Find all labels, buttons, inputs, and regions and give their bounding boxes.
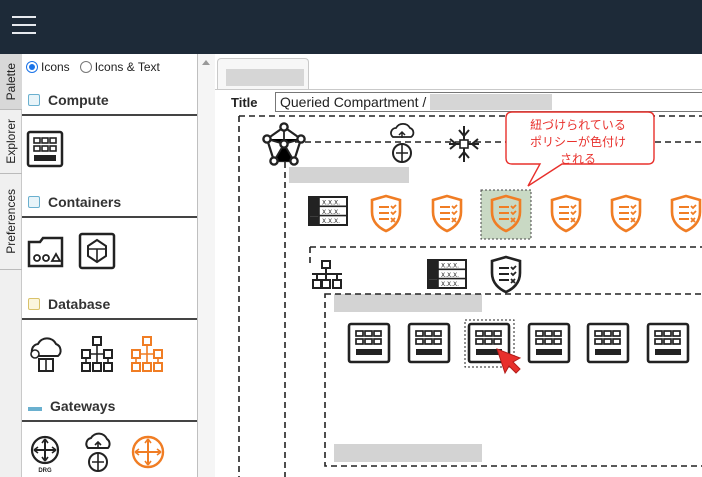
category-containers[interactable]: Containers xyxy=(22,188,197,218)
icons-text-radio[interactable] xyxy=(79,61,92,73)
drg-label: DRG xyxy=(38,468,52,474)
tab-preferences-label: Preferences xyxy=(4,189,18,254)
category-database[interactable]: Database xyxy=(22,290,197,320)
category-compute[interactable]: Compute xyxy=(22,86,197,116)
scroll-up-arrow-icon[interactable] xyxy=(202,60,210,65)
icons-radio[interactable] xyxy=(26,61,38,73)
database-category-icon xyxy=(28,298,40,310)
internet-gateway-icon[interactable] xyxy=(80,432,116,474)
tab-preferences[interactable]: Preferences xyxy=(0,174,22,270)
drg-gateway-icon[interactable]: DRG xyxy=(28,434,64,474)
compute-instance-icon[interactable] xyxy=(26,130,66,168)
compute-category-icon xyxy=(28,94,40,106)
top-bar xyxy=(0,0,702,54)
tab-explorer[interactable]: Explorer xyxy=(0,110,22,174)
title-input-value: Queried Compartment / xyxy=(280,94,427,110)
display-mode-options: Icons Icons & Text xyxy=(26,60,160,74)
title-redacted xyxy=(430,94,552,110)
callout-line: 紐づけられている xyxy=(530,118,626,132)
palette-scrollbar[interactable] xyxy=(198,54,215,477)
palette-panel: Icons Icons & Text Compute Containers Da… xyxy=(22,54,198,477)
callout-line: される xyxy=(559,152,596,166)
callout-line: ポリシーが色付け xyxy=(529,135,626,149)
category-database-title: Database xyxy=(48,296,111,312)
containers-category-icon xyxy=(28,196,40,208)
side-tabs: Palette Explorer Preferences xyxy=(0,54,22,477)
compartment-name-redacted xyxy=(289,167,409,183)
container-engine-icon[interactable] xyxy=(78,232,118,270)
category-gateways-title: Gateways xyxy=(50,398,116,414)
vcn-name-redacted xyxy=(334,294,482,312)
category-gateways[interactable]: Gateways xyxy=(22,392,197,422)
document-tab-name-redacted xyxy=(226,69,304,86)
icons-text-radio-label: Icons & Text xyxy=(94,60,160,74)
title-label: Title xyxy=(231,95,258,110)
icons-radio-label: Icons xyxy=(41,60,70,74)
database-system-orange-icon[interactable] xyxy=(128,334,168,374)
document-tab[interactable] xyxy=(217,58,309,90)
autonomous-database-icon[interactable] xyxy=(26,334,66,374)
category-compute-title: Compute xyxy=(48,92,109,108)
tab-palette[interactable]: Palette xyxy=(0,54,22,110)
tab-divider xyxy=(215,89,702,90)
gateway-orange-icon[interactable] xyxy=(130,434,166,472)
subnet-name-redacted xyxy=(334,444,482,462)
hamburger-menu-icon[interactable] xyxy=(12,16,36,36)
tab-palette-label: Palette xyxy=(4,62,18,101)
container-instances-icon[interactable] xyxy=(26,232,66,270)
callout-text: 紐づけられている ポリシーが色付け される xyxy=(505,117,651,168)
tab-explorer-label: Explorer xyxy=(4,119,18,164)
category-containers-title: Containers xyxy=(48,194,122,210)
gateways-category-icon xyxy=(28,401,42,411)
database-system-icon[interactable] xyxy=(78,334,118,374)
